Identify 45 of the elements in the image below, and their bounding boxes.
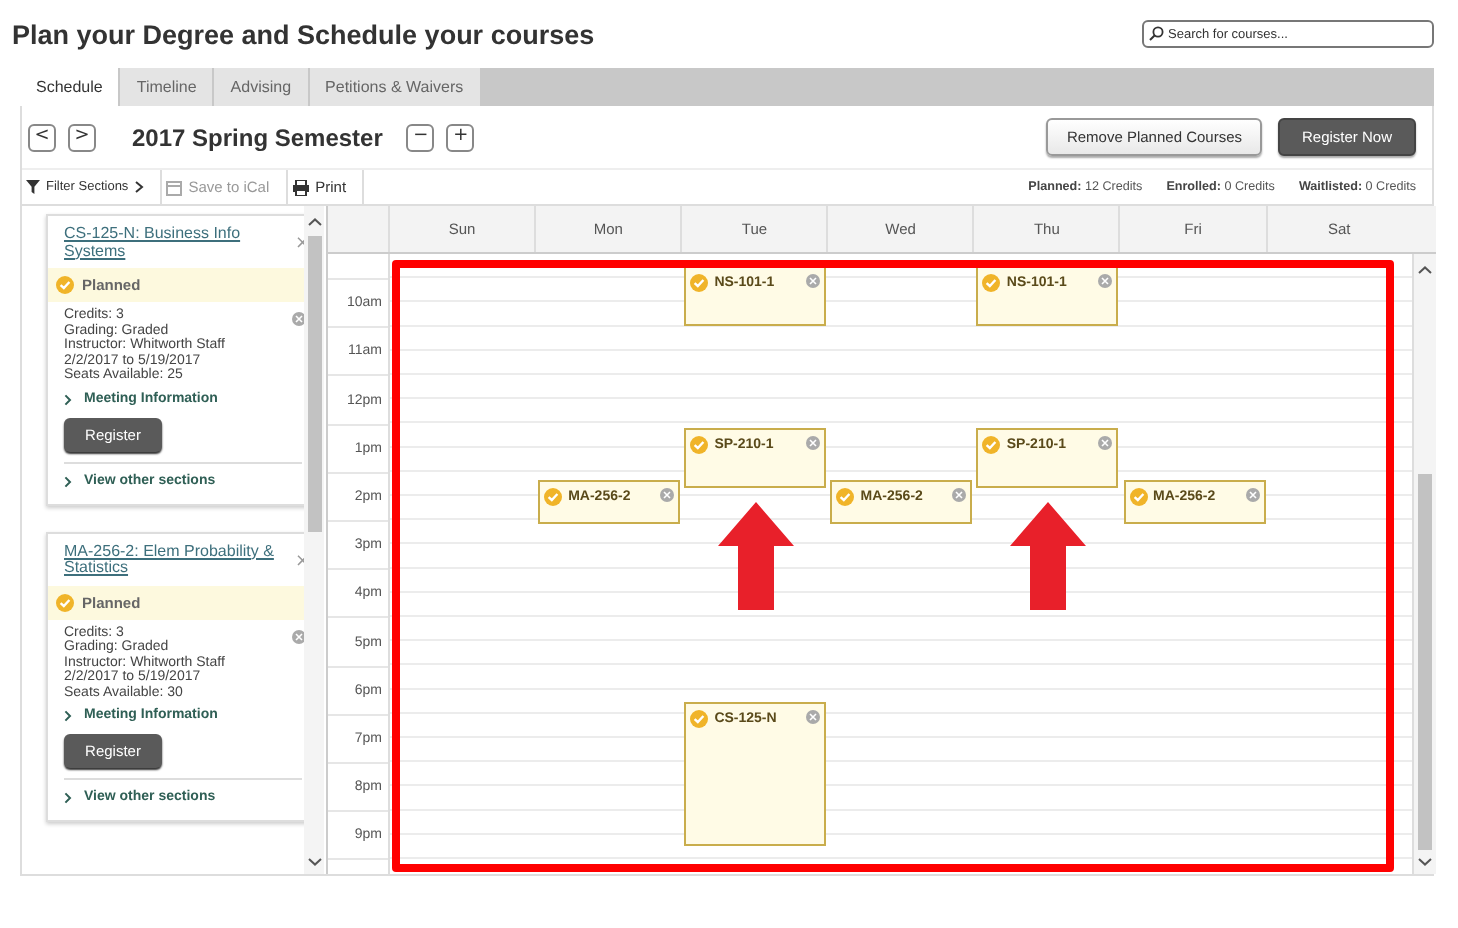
remove-icon[interactable] xyxy=(806,435,821,450)
check-icon xyxy=(56,276,74,294)
tab[interactable]: Timeline xyxy=(120,68,215,106)
chevron-icon xyxy=(64,792,72,804)
semester-title: 2017 Spring Semester xyxy=(132,123,383,151)
chevron-icon xyxy=(64,710,72,722)
check-icon xyxy=(544,487,563,506)
remove-icon[interactable] xyxy=(660,487,675,502)
check-icon xyxy=(690,435,709,454)
course-link[interactable]: MA-256-2: Elem Probability & Statistics xyxy=(64,543,295,577)
remove-icon[interactable] xyxy=(1245,487,1260,502)
printer-icon xyxy=(291,179,310,195)
remove-icon[interactable] xyxy=(952,487,967,502)
chevron-icon xyxy=(64,475,72,487)
down-caret-icon[interactable] xyxy=(1417,858,1432,866)
scrollbar[interactable] xyxy=(1411,254,1436,874)
chevron-icon xyxy=(134,180,145,194)
check-icon xyxy=(982,435,1001,454)
filter-icon xyxy=(26,180,40,194)
remove-icon[interactable] xyxy=(1098,435,1113,450)
search-icon xyxy=(1148,26,1164,42)
chevron-icon xyxy=(64,393,72,405)
tab[interactable]: Petitions & Waivers xyxy=(309,68,482,106)
previous-button[interactable]: < xyxy=(28,123,56,151)
tab[interactable]: Advising xyxy=(214,68,310,106)
next-button[interactable]: > xyxy=(68,123,96,151)
up-caret-icon[interactable] xyxy=(307,218,321,226)
expand-button[interactable]: + xyxy=(446,123,475,151)
check-icon xyxy=(836,487,855,506)
check-icon xyxy=(690,274,709,293)
up-caret-icon[interactable] xyxy=(1417,266,1432,274)
check-icon xyxy=(56,593,74,611)
down-caret-icon[interactable] xyxy=(307,858,321,866)
course-link[interactable]: CS-125-N: Business Info Systems xyxy=(64,226,295,260)
check-icon xyxy=(982,274,1001,293)
collapse-button[interactable]: − xyxy=(406,123,435,151)
page-title: Plan your Degree and Schedule your courses xyxy=(12,19,595,49)
calendar-icon xyxy=(166,179,183,195)
check-icon xyxy=(1129,487,1147,506)
check-icon xyxy=(690,709,709,728)
remove-icon[interactable] xyxy=(806,274,821,289)
remove-icon[interactable] xyxy=(1098,274,1113,289)
tab[interactable]: Schedule xyxy=(20,68,121,106)
remove-icon[interactable] xyxy=(806,709,821,724)
scrollbar[interactable] xyxy=(304,206,324,874)
